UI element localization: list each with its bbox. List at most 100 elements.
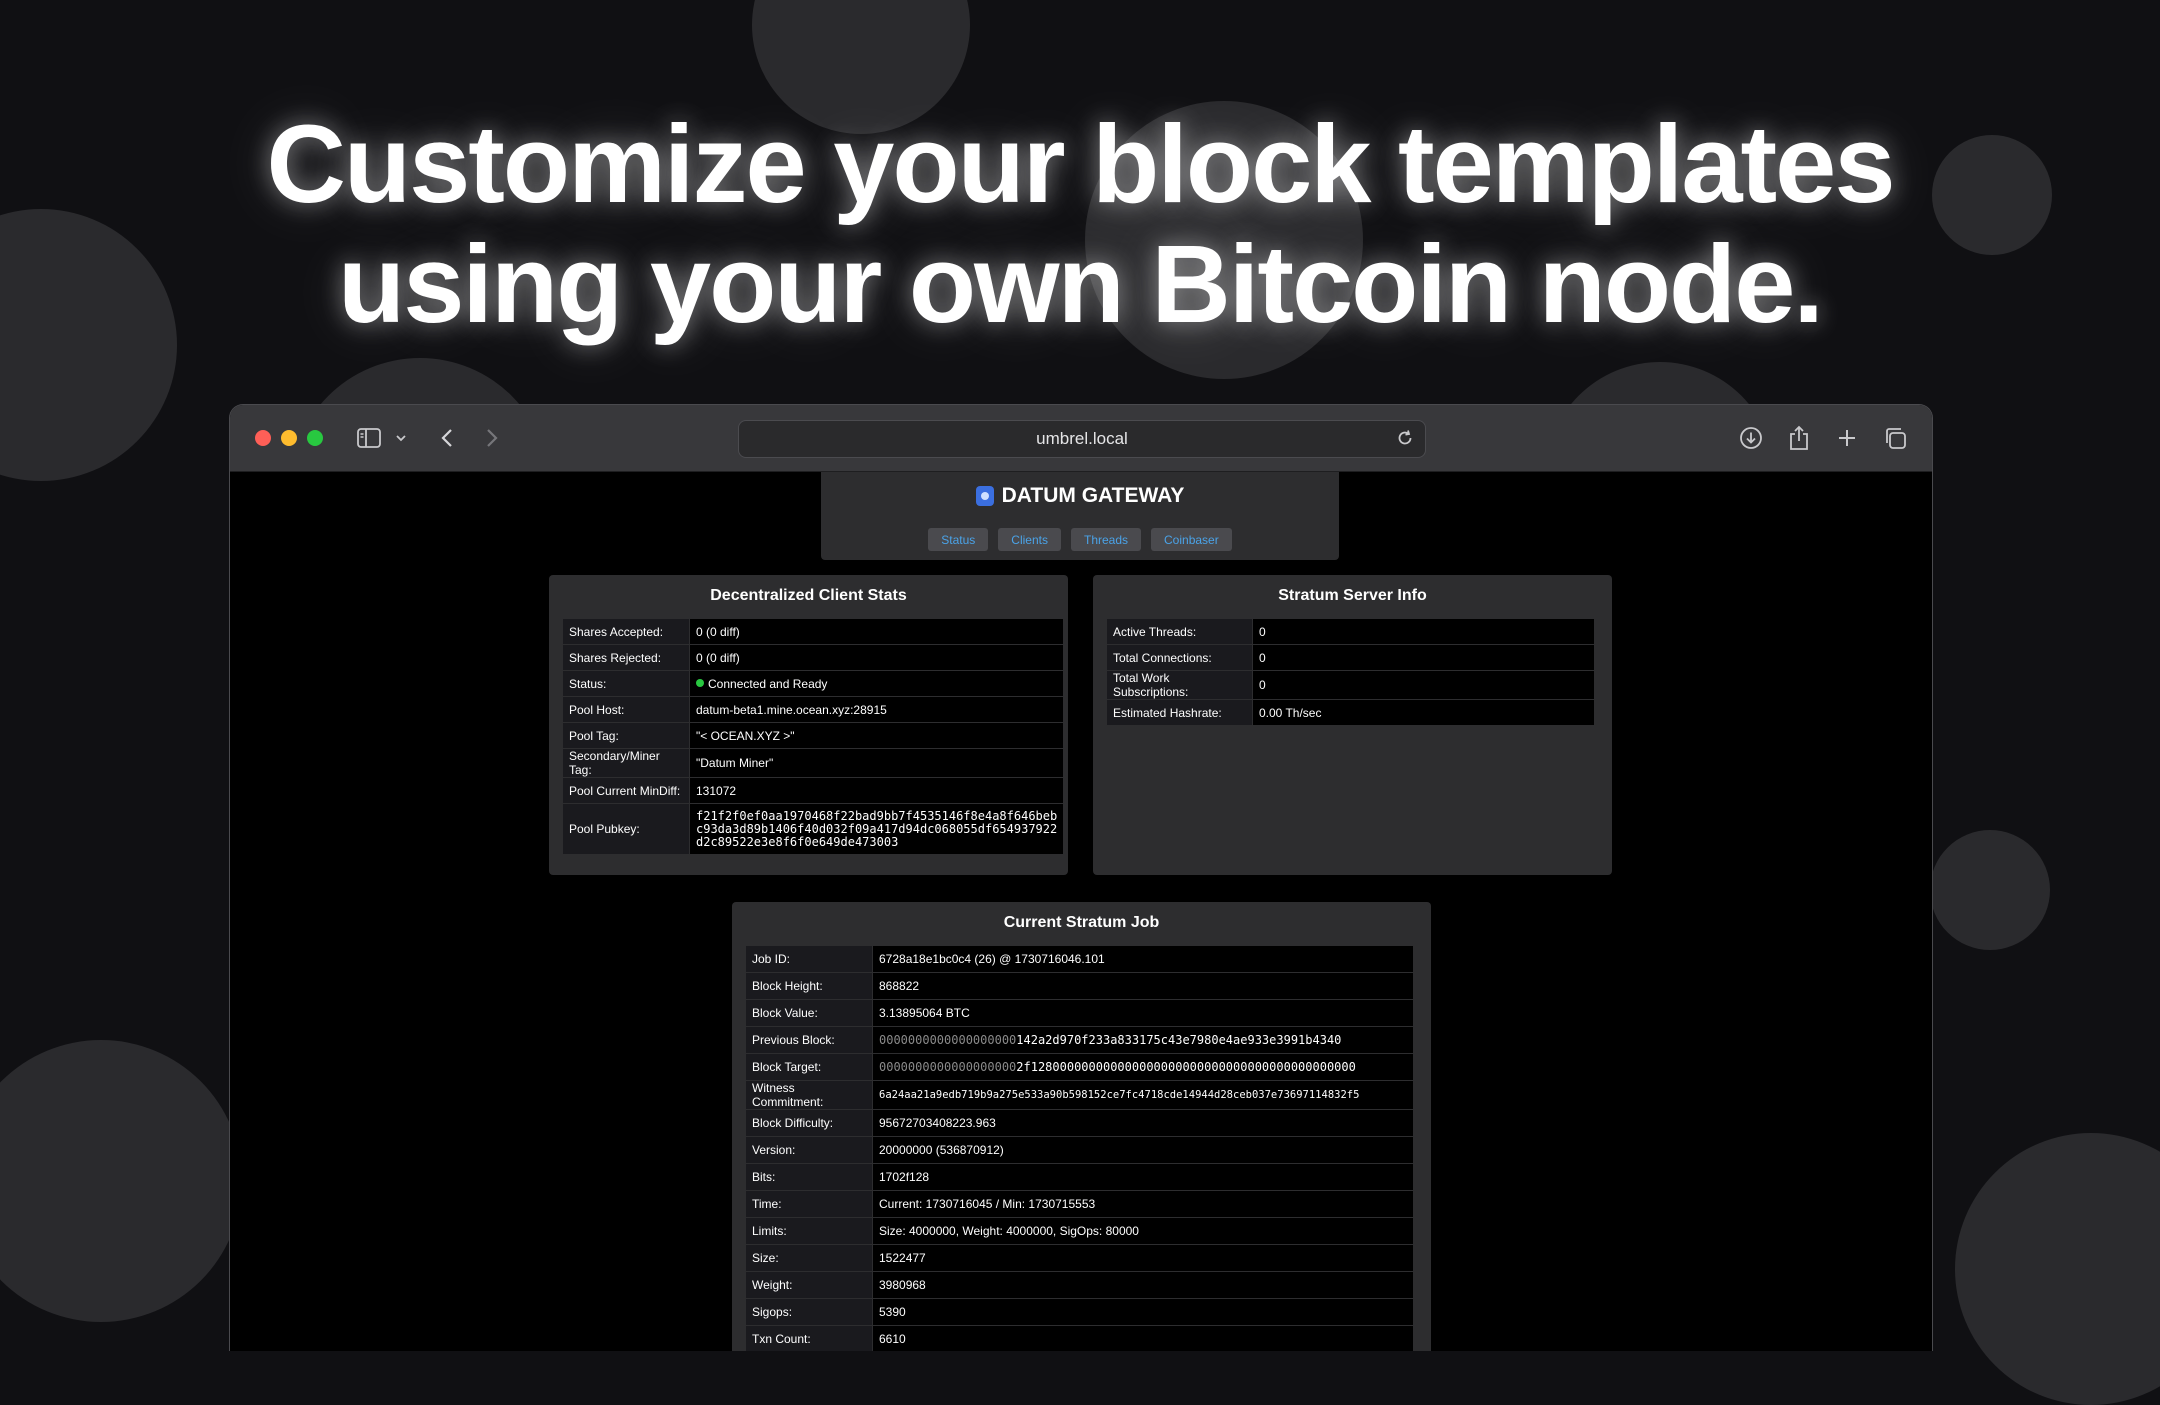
row-value: 0.00 Th/sec [1252, 699, 1595, 726]
address-bar-url: umbrel.local [1036, 429, 1128, 448]
close-window-button[interactable] [255, 430, 271, 446]
row-label: Block Height: [745, 972, 873, 1000]
stratum-job-panel: Current Stratum Job Job ID: 6728a18e1bc0… [732, 902, 1431, 1351]
row-value: "< OCEAN.XYZ >" [688, 722, 1065, 749]
hash-value: 2f12800000000000000000000000000000000000… [1016, 1060, 1356, 1074]
download-icon[interactable] [1737, 422, 1765, 454]
table-row: Pool Tag: "< OCEAN.XYZ >" [562, 722, 1065, 749]
table-row: Block Difficulty: 95672703408223.963 [745, 1109, 1414, 1137]
nav-clients-button[interactable]: Clients [998, 528, 1061, 551]
nav-coinbaser-button[interactable]: Coinbaser [1151, 528, 1232, 551]
leading-zeros: 0000000000000000000 [879, 1033, 1017, 1047]
table-row: Pool Host: datum-beta1.mine.ocean.xyz:28… [562, 696, 1065, 723]
pubkey-line: d2c89522e3e8f6f0e649de473003 [696, 834, 899, 849]
row-value: 95672703408223.963 [872, 1109, 1414, 1137]
new-tab-icon[interactable] [1833, 422, 1861, 454]
headline-line-2: using your own Bitcoin node. [338, 223, 1824, 346]
gateway-header: DATUM GATEWAY Status Clients Threads Coi… [821, 472, 1339, 560]
row-value: "Datum Miner" [688, 748, 1065, 778]
gateway-title-text: DATUM GATEWAY [1001, 484, 1185, 507]
row-value: 6728a18e1bc0c4 (26) @ 1730716046.101 [872, 945, 1414, 973]
table-row: Time: Current: 1730716045 / Min: 1730715… [745, 1190, 1414, 1218]
zoom-window-button[interactable] [307, 430, 323, 446]
row-label: Version: [745, 1136, 873, 1164]
row-label: Secondary/Miner Tag: [562, 748, 690, 778]
table-row: Status: Connected and Ready [562, 670, 1065, 697]
share-icon[interactable] [1785, 422, 1813, 454]
datum-logo-icon [975, 486, 994, 506]
row-value: Size: 4000000, Weight: 4000000, SigOps: … [872, 1217, 1414, 1245]
row-label: Estimated Hashrate: [1106, 699, 1253, 726]
row-value: 0 (0 diff) [688, 618, 1065, 645]
table-row: Secondary/Miner Tag: "Datum Miner" [562, 748, 1065, 778]
row-value: 20000000 (536870912) [872, 1136, 1414, 1164]
status-cell: Connected and Ready [688, 670, 1065, 697]
pubkey-line: c93da3d89b1406f40d032f09a417d94dc068055d… [696, 821, 1058, 836]
row-label: Time: [745, 1190, 873, 1218]
row-label: Sigops: [745, 1298, 873, 1326]
table-row: Version: 20000000 (536870912) [745, 1136, 1414, 1164]
table-row: Sigops: 5390 [745, 1298, 1414, 1326]
row-value: 868822 [872, 972, 1414, 1000]
gateway-nav: Status Clients Threads Coinbaser [821, 528, 1339, 551]
row-value: datum-beta1.mine.ocean.xyz:28915 [688, 696, 1065, 723]
table-row: Bits: 1702f128 [745, 1163, 1414, 1191]
row-value: 6610 [872, 1325, 1414, 1351]
forward-icon[interactable] [480, 422, 504, 454]
row-label: Block Value: [745, 999, 873, 1027]
row-value: 3.13895064 BTC [872, 999, 1414, 1027]
row-label: Weight: [745, 1271, 873, 1299]
nav-status-button[interactable]: Status [928, 528, 989, 551]
background-circle [0, 1040, 242, 1322]
client-stats-title: Decentralized Client Stats [710, 587, 907, 604]
tabs-overview-icon[interactable] [1881, 422, 1909, 454]
row-label: Block Target: [745, 1053, 873, 1081]
page-content: DATUM GATEWAY Status Clients Threads Coi… [230, 472, 1932, 1351]
pubkey-line: f21f2f0ef0aa1970468f22bad9bb7f4535146f8e… [696, 808, 1058, 823]
sidebar-icon[interactable] [354, 422, 384, 454]
stratum-info-title: Stratum Server Info [1278, 587, 1427, 604]
row-label: Total Connections: [1106, 644, 1253, 671]
row-value: 6a24aa21a9edb719b9a275e533a90b598152ce7f… [872, 1080, 1414, 1110]
browser-toolbar: umbrel.local [230, 405, 1932, 472]
status-value: Connected and Ready [708, 676, 828, 691]
previous-block-value: 0000000000000000000142a2d970f233a833175c… [872, 1026, 1414, 1054]
row-label: Pool Host: [562, 696, 690, 723]
browser-window: umbrel.local DATUM GATEWAY Status Client… [229, 404, 1933, 1351]
row-value: Current: 1730716045 / Min: 1730715553 [872, 1190, 1414, 1218]
stratum-job-title: Current Stratum Job [1003, 914, 1160, 931]
table-row: Shares Accepted: 0 (0 diff) [562, 618, 1065, 645]
table-row: Active Threads: 0 [1106, 618, 1595, 645]
gateway-title: DATUM GATEWAY [821, 484, 1339, 508]
row-label: Active Threads: [1106, 618, 1253, 645]
row-label: Size: [745, 1244, 873, 1272]
pool-pubkey-value: f21f2f0ef0aa1970468f22bad9bb7f4535146f8e… [688, 803, 1065, 855]
row-value: 1522477 [872, 1244, 1414, 1272]
row-value: 5390 [872, 1298, 1414, 1326]
row-value: 131072 [688, 777, 1065, 804]
row-value: 0 (0 diff) [688, 644, 1065, 671]
table-row: Limits: Size: 4000000, Weight: 4000000, … [745, 1217, 1414, 1245]
row-label: Pool Tag: [562, 722, 690, 749]
nav-threads-button[interactable]: Threads [1070, 528, 1142, 551]
row-label: Witness Commitment: [745, 1080, 873, 1110]
background-circle [1955, 1133, 2160, 1405]
headline-line-1: Customize your block templates [266, 103, 1895, 226]
table-row: Pool Current MinDiff: 131072 [562, 777, 1065, 804]
reload-icon[interactable] [1395, 428, 1415, 453]
block-target-value: 00000000000000000002f1280000000000000000… [872, 1053, 1414, 1081]
stratum-job-table: Job ID: 6728a18e1bc0c4 (26) @ 1730716046… [745, 945, 1414, 1351]
row-label: Limits: [745, 1217, 873, 1245]
minimize-window-button[interactable] [281, 430, 297, 446]
table-row: Total Work Subscriptions: 0 [1106, 670, 1595, 700]
table-row: Witness Commitment: 6a24aa21a9edb719b9a2… [745, 1080, 1414, 1110]
back-icon[interactable] [435, 422, 459, 454]
table-row: Txn Count: 6610 [745, 1325, 1414, 1351]
address-bar[interactable]: umbrel.local [738, 420, 1426, 458]
client-stats-panel: Decentralized Client Stats Shares Accept… [549, 575, 1068, 875]
chevron-down-icon[interactable] [393, 422, 409, 454]
row-label: Shares Accepted: [562, 618, 690, 645]
table-row: Previous Block: 0000000000000000000142a2… [745, 1026, 1414, 1054]
row-label: Block Difficulty: [745, 1109, 873, 1137]
headline: Customize your block templates using you… [0, 105, 2160, 345]
